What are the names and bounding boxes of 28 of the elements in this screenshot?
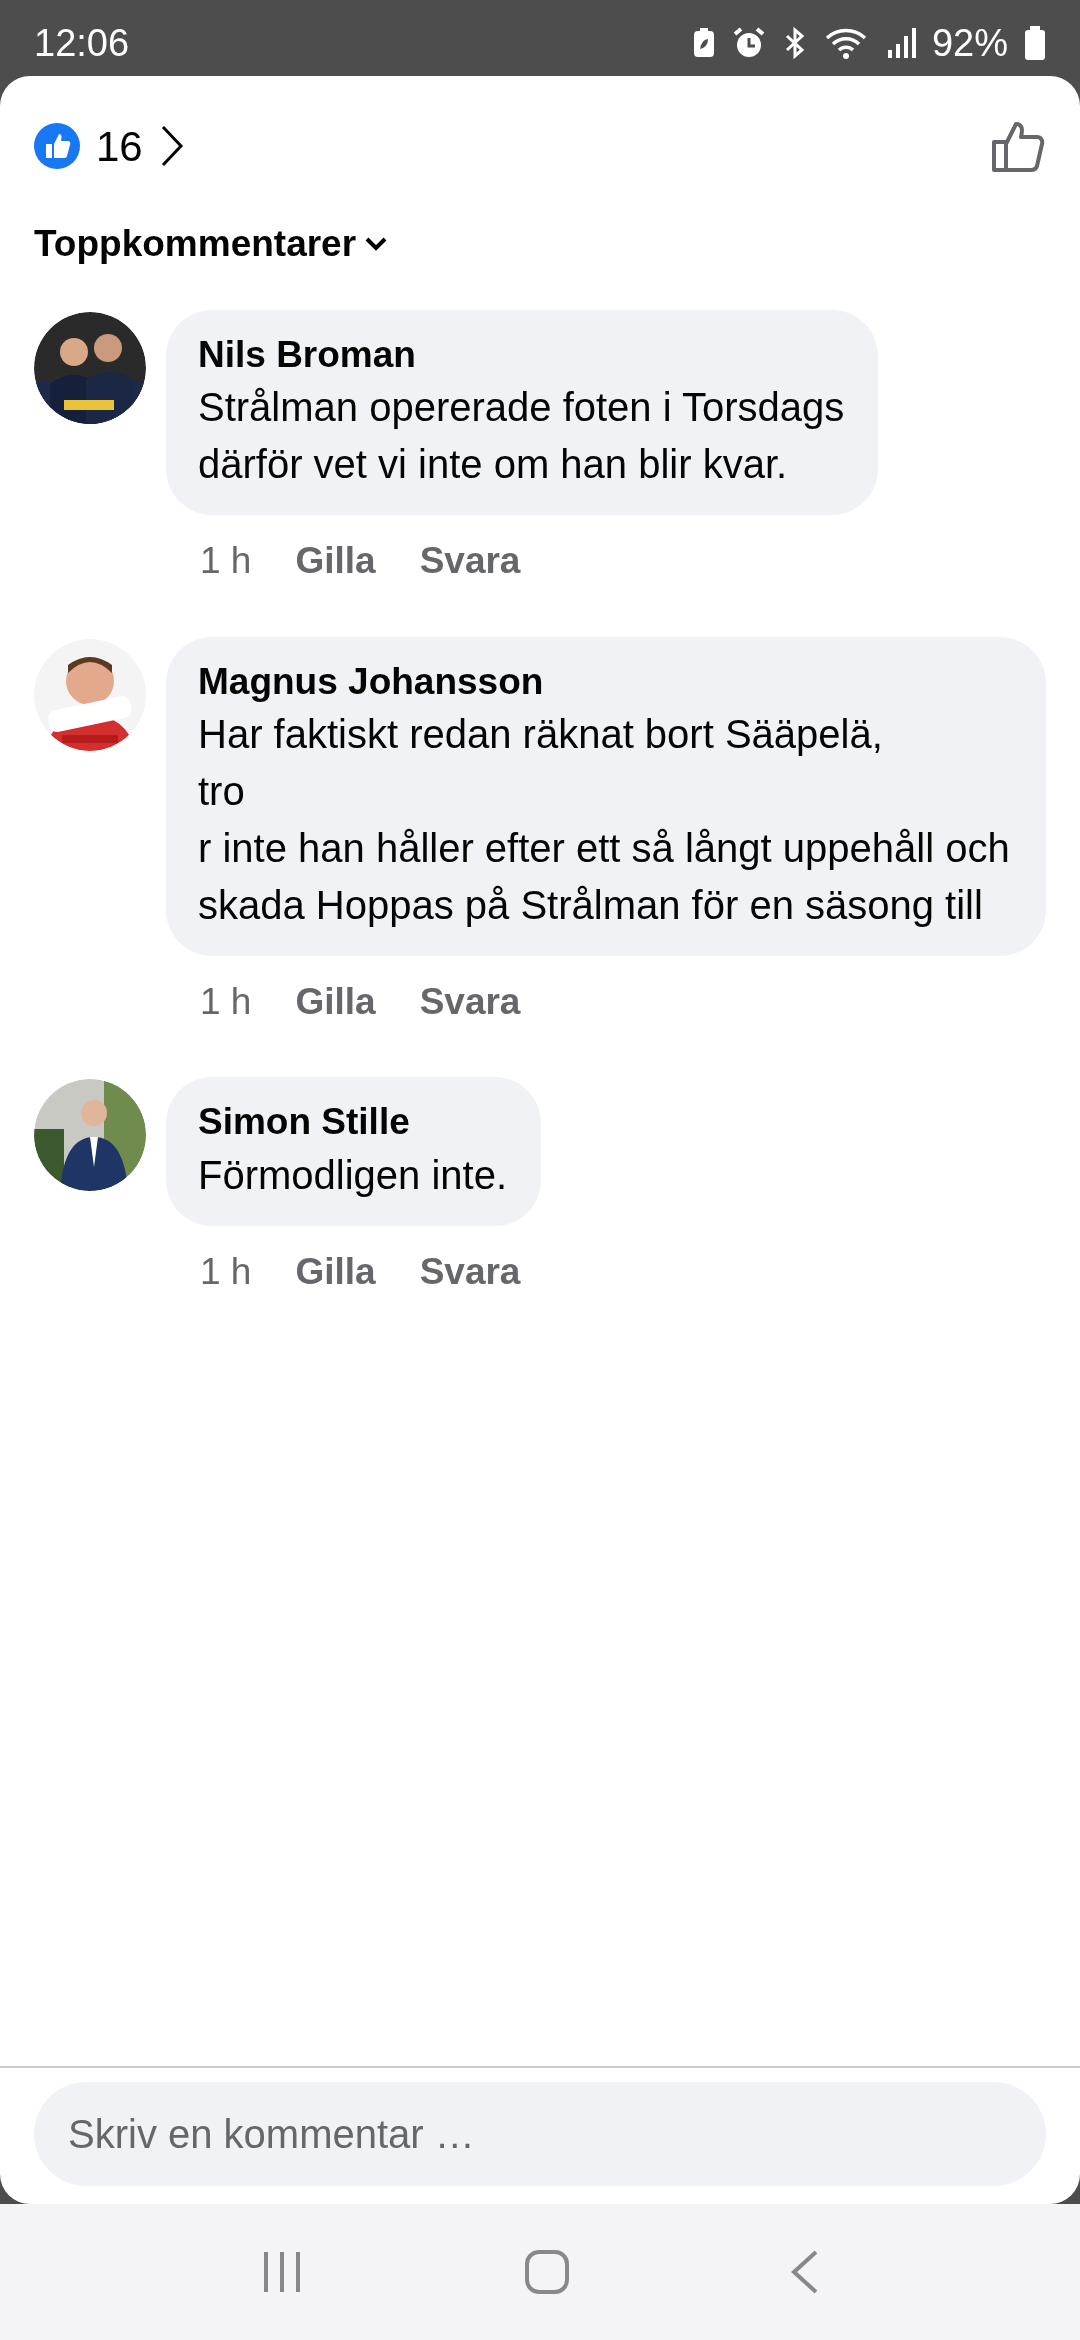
battery-saver-icon (691, 27, 716, 59)
like-link[interactable]: Gilla (295, 1243, 376, 1300)
reply-link[interactable]: Svara (419, 533, 521, 589)
battery-percent: 92% (931, 20, 1008, 66)
comment-input[interactable]: Skriv en kommentar … (34, 2082, 1046, 2186)
comment-time: 1 h (200, 979, 252, 1024)
alarm-icon (731, 26, 766, 60)
battery-icon (1024, 25, 1046, 61)
signal-icon (885, 26, 916, 60)
comment-text: Strålman opererade foten i Torsdags därför vet vi inte om han blir kvar. (198, 384, 845, 489)
reaction-count[interactable]: 16 (96, 114, 143, 178)
author-name[interactable]: Nils Broman (198, 329, 845, 380)
comment-time: 1 h (200, 1249, 252, 1294)
comment-text: Har faktiskt redan räknat bort Sääpelä, tro r inte han håller efter ett så långt uppehåll och skada Hoppas på Strålman för en säsong till (198, 711, 1011, 929)
like-reaction-icon (34, 123, 80, 169)
comment-text: Förmodligen inte. (198, 1152, 508, 1200)
like-link[interactable]: Gilla (295, 973, 376, 1030)
sort-label[interactable]: Toppkommentarer (34, 216, 357, 272)
author-name[interactable]: Simon Stille (198, 1097, 508, 1148)
like-link[interactable]: Gilla (295, 533, 376, 589)
author-name[interactable]: Magnus Johansson (198, 656, 1012, 707)
status-time: 12:06 (34, 20, 130, 66)
reply-link[interactable]: Svara (419, 973, 521, 1030)
home-icon[interactable] (524, 2249, 570, 2295)
chevron-down-icon[interactable] (364, 235, 389, 252)
comment-time: 1 h (200, 539, 252, 584)
reply-link[interactable]: Svara (419, 1243, 521, 1300)
back-icon[interactable] (790, 2249, 820, 2295)
